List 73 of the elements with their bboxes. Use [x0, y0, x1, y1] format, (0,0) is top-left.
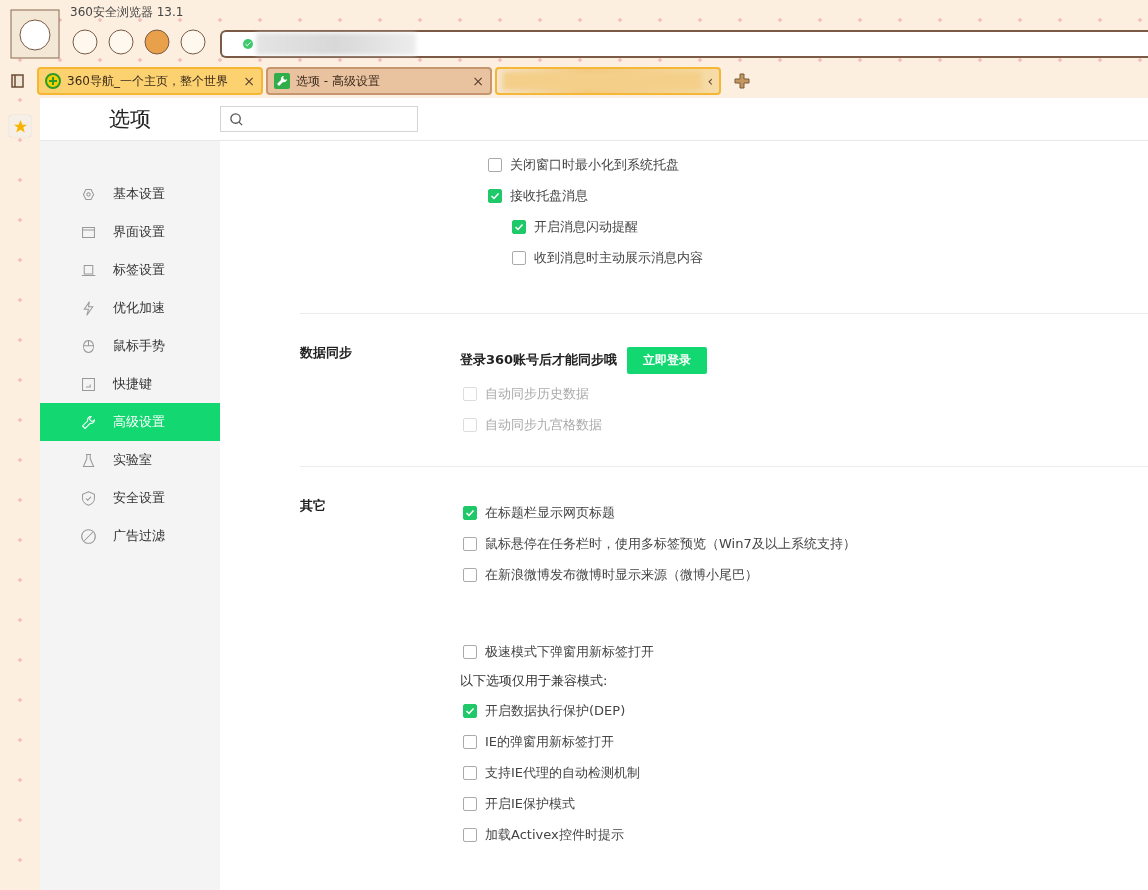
skin-icon[interactable] — [142, 27, 172, 57]
browser-tab[interactable]: 360导航_一个主页，整个世界 × — [37, 67, 263, 95]
checkbox[interactable] — [463, 734, 477, 749]
address-bar[interactable] — [220, 30, 1148, 58]
option-label: 收到消息时主动展示消息内容 — [534, 248, 703, 267]
option-label: IE的弹窗用新标签打开 — [485, 732, 615, 751]
checkbox[interactable] — [463, 703, 477, 718]
login-prompt: 登录360账号后才能同步哦 — [460, 351, 618, 369]
browser-tab[interactable]: ‹ — [495, 67, 721, 95]
option-label: 在标题栏显示网页标题 — [485, 503, 615, 522]
wrench-icon — [274, 73, 290, 89]
keyboard-icon — [80, 375, 97, 393]
checkbox[interactable] — [463, 644, 477, 659]
option-label: 自动同步历史数据 — [485, 384, 589, 403]
checkbox[interactable] — [463, 567, 477, 582]
skin-icon[interactable] — [178, 27, 208, 57]
skin-icon[interactable] — [106, 27, 136, 57]
close-icon[interactable]: × — [472, 73, 484, 89]
flask-icon — [80, 451, 97, 469]
option-label: 支持IE代理的自动检测机制 — [485, 763, 641, 782]
sidebar-item[interactable]: 基本设置 — [40, 175, 220, 213]
shield-icon — [80, 489, 97, 507]
sidebar-item[interactable]: 优化加速 — [40, 289, 220, 327]
checkbox[interactable] — [463, 827, 477, 842]
section-heading: 其它 — [300, 498, 326, 513]
page-title: 选项 — [108, 106, 152, 133]
checkbox[interactable] — [488, 157, 502, 172]
option-label: 极速模式下弹窗用新标签打开 — [485, 642, 654, 661]
checkbox[interactable] — [512, 219, 526, 234]
browser-tab[interactable]: 选项 - 高级设置 × — [266, 67, 492, 95]
secure-icon — [242, 38, 254, 50]
search-icon — [229, 111, 244, 127]
compat-note: 以下选项仅用于兼容模式: — [460, 672, 609, 690]
mouse-icon — [80, 337, 97, 355]
plus-globe-icon — [45, 73, 61, 89]
section-heading: 数据同步 — [300, 345, 352, 360]
option-label: 鼠标悬停在任务栏时，使用多标签预览（Win7及以上系统支持） — [485, 534, 856, 553]
star-icon — [12, 118, 28, 134]
close-icon[interactable]: ‹ — [707, 73, 713, 89]
checkbox[interactable] — [512, 250, 526, 265]
sidebar-item[interactable]: 安全设置 — [40, 479, 220, 517]
skin-icon[interactable] — [70, 27, 100, 57]
checkbox[interactable] — [463, 796, 477, 811]
option-label: 开启消息闪动提醒 — [534, 217, 638, 236]
sidebar-item[interactable]: 标签设置 — [40, 251, 220, 289]
checkbox[interactable] — [488, 188, 502, 203]
checkbox[interactable] — [463, 765, 477, 780]
blocked-icon — [80, 527, 97, 545]
sidebar-item[interactable]: 界面设置 — [40, 213, 220, 251]
checkbox[interactable] — [463, 536, 477, 551]
avatar-icon[interactable] — [10, 9, 60, 59]
sidebar-item[interactable]: 鼠标手势 — [40, 327, 220, 365]
close-icon[interactable]: × — [243, 73, 255, 89]
tab-title: 360导航_一个主页，整个世界 — [67, 72, 229, 90]
sidebar-item[interactable]: 实验室 — [40, 441, 220, 479]
option-label: 加载Activex控件时提示 — [485, 825, 624, 844]
new-tab-icon[interactable] — [734, 73, 750, 89]
favorites-button[interactable] — [9, 115, 31, 137]
checkbox[interactable] — [463, 505, 477, 520]
sidebar-item[interactable]: 广告过滤 — [40, 517, 220, 555]
lightning-icon — [80, 299, 97, 317]
option-label: 关闭窗口时最小化到系统托盘 — [510, 155, 679, 174]
option-label: 自动同步九宫格数据 — [485, 415, 602, 434]
browser-title: 360安全浏览器 13.1 — [70, 4, 185, 21]
sidebar-item[interactable]: 快捷键 — [40, 365, 220, 403]
search-field[interactable] — [220, 106, 418, 132]
sidebar-toggle-icon[interactable] — [10, 73, 26, 89]
option-label: 接收托盘消息 — [510, 186, 588, 205]
option-label: 开启数据执行保护(DEP) — [485, 701, 626, 720]
tab-title: 选项 - 高级设置 — [296, 72, 381, 90]
option-label: 开启IE保护模式 — [485, 794, 576, 813]
wrench-icon — [80, 413, 97, 431]
option-label: 在新浪微博发布微博时显示来源（微博小尾巴） — [485, 565, 758, 584]
